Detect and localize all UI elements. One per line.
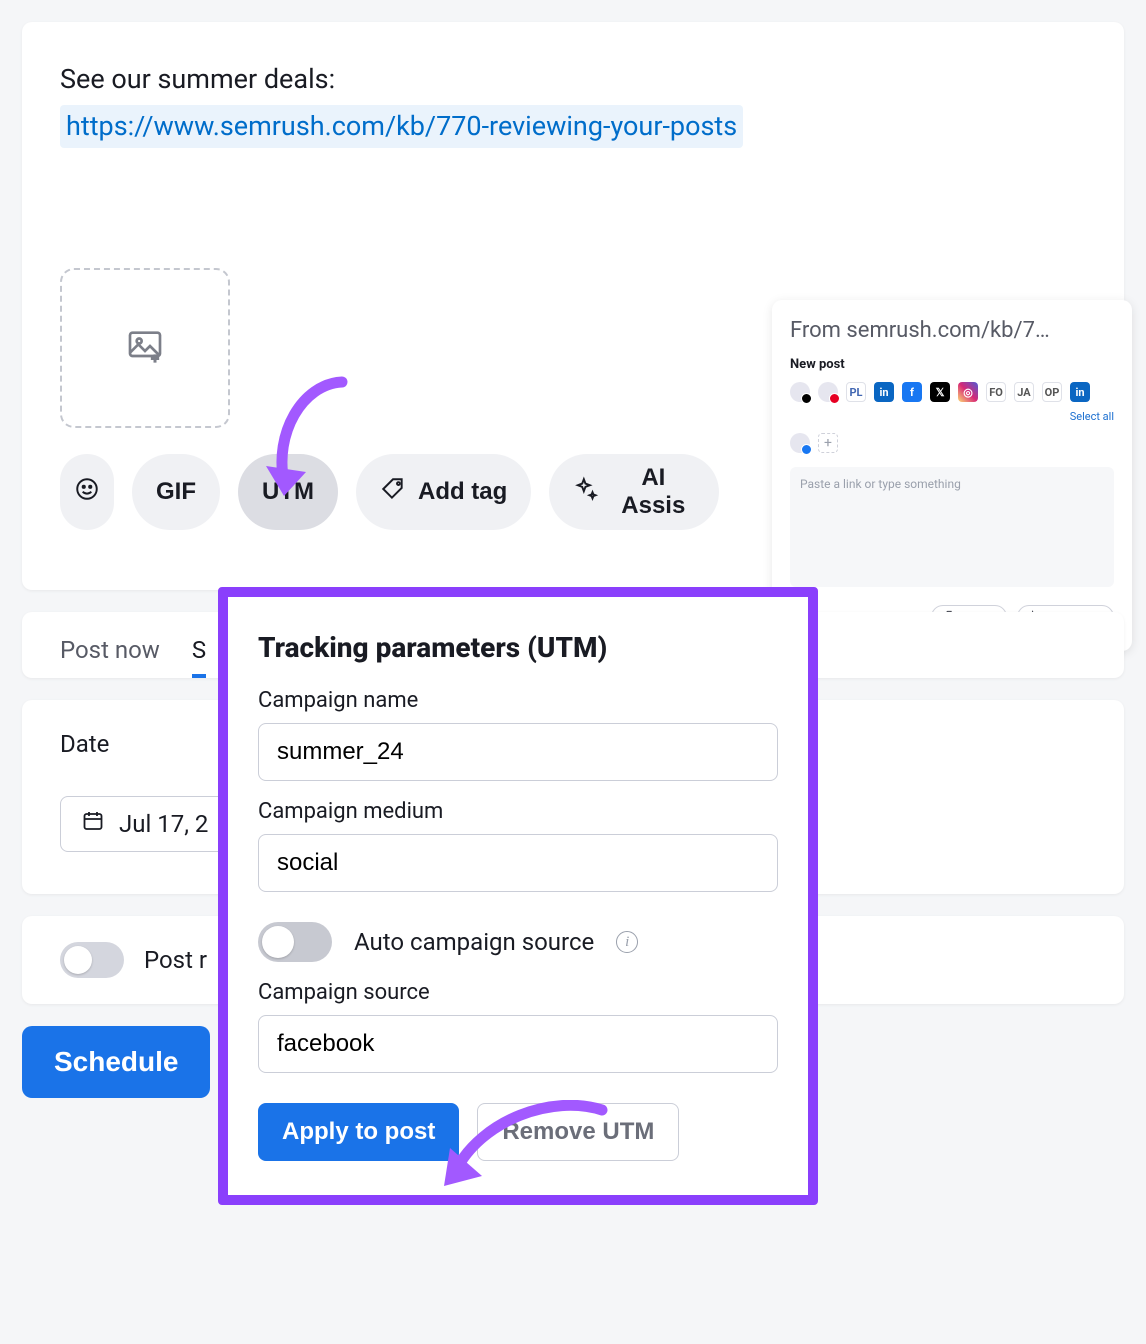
date-value: Jul 17, 2: [119, 810, 208, 838]
apply-to-post-button[interactable]: Apply to post: [258, 1103, 459, 1161]
add-tag-button[interactable]: Add tag: [356, 454, 531, 530]
ai-assistant-label: AI Assis: [611, 464, 695, 520]
utm-popover: Tracking parameters (UTM) Campaign name …: [218, 587, 818, 1205]
tag-icon: [380, 476, 406, 509]
campaign-name-input[interactable]: [258, 723, 778, 781]
post-repeat-toggle[interactable]: [60, 942, 124, 978]
account-pinterest-icon[interactable]: [818, 382, 838, 402]
account-linkedin2-icon[interactable]: in: [1070, 382, 1090, 402]
preview-text-input[interactable]: Paste a link or type something: [790, 467, 1114, 587]
campaign-medium-input[interactable]: [258, 834, 778, 892]
add-account-button[interactable]: +: [818, 433, 838, 453]
calendar-icon: [81, 809, 105, 839]
account-extra-icon[interactable]: [790, 433, 810, 453]
image-icon: [122, 326, 168, 370]
add-tag-label: Add tag: [418, 478, 507, 506]
tab-post-now[interactable]: Post now: [60, 636, 160, 678]
remove-utm-button[interactable]: Remove UTM: [477, 1103, 679, 1161]
post-text-content: See our summer deals:: [60, 63, 335, 95]
preview-source-label: From semrush.com/kb/7…: [790, 318, 1114, 343]
account-linkedin-icon[interactable]: in: [874, 382, 894, 402]
ai-assistant-button[interactable]: AI Assis: [549, 454, 719, 530]
campaign-medium-label: Campaign medium: [258, 799, 778, 824]
account-instagram-icon[interactable]: ◎: [958, 382, 978, 402]
account-facebook-icon[interactable]: f: [902, 382, 922, 402]
preview-placeholder: Paste a link or type something: [800, 477, 961, 491]
auto-source-toggle[interactable]: [258, 922, 332, 962]
post-repeat-label: Post r: [144, 946, 207, 974]
gif-button[interactable]: GIF: [132, 454, 220, 530]
utm-button[interactable]: UTM: [238, 454, 338, 530]
utm-title: Tracking parameters (UTM): [258, 631, 778, 664]
account-x-icon[interactable]: 𝕏: [930, 382, 950, 402]
account-pl-icon[interactable]: PL: [846, 382, 866, 402]
date-field[interactable]: Jul 17, 2: [60, 796, 229, 852]
campaign-name-label: Campaign name: [258, 688, 778, 713]
tab-schedule[interactable]: S: [192, 636, 206, 678]
schedule-button[interactable]: Schedule: [22, 1026, 210, 1098]
post-text[interactable]: See our summer deals: https://www.semrus…: [60, 60, 1086, 148]
campaign-source-label: Campaign source: [258, 980, 778, 1005]
account-fo-icon[interactable]: FO: [986, 382, 1006, 402]
account-op-icon[interactable]: OP: [1042, 382, 1062, 402]
select-all-link[interactable]: Select all: [1070, 410, 1114, 423]
emoji-picker-button[interactable]: [60, 454, 114, 530]
preview-header: New post: [790, 357, 1114, 372]
auto-source-label: Auto campaign source: [354, 928, 594, 956]
add-media-dropzone[interactable]: [60, 268, 230, 428]
account-ja-icon[interactable]: JA: [1014, 382, 1034, 402]
account-tiktok-icon[interactable]: [790, 382, 810, 402]
post-preview-panel: From semrush.com/kb/7… New post PL in f …: [772, 300, 1132, 651]
post-link[interactable]: https://www.semrush.com/kb/770-reviewing…: [60, 105, 743, 148]
preview-account-row: PL in f 𝕏 ◎ FO JA OP in Select all: [790, 382, 1114, 423]
smile-icon: [74, 476, 100, 509]
campaign-source-input[interactable]: [258, 1015, 778, 1073]
sparkle-icon: [573, 476, 599, 509]
info-icon[interactable]: i: [616, 931, 638, 953]
